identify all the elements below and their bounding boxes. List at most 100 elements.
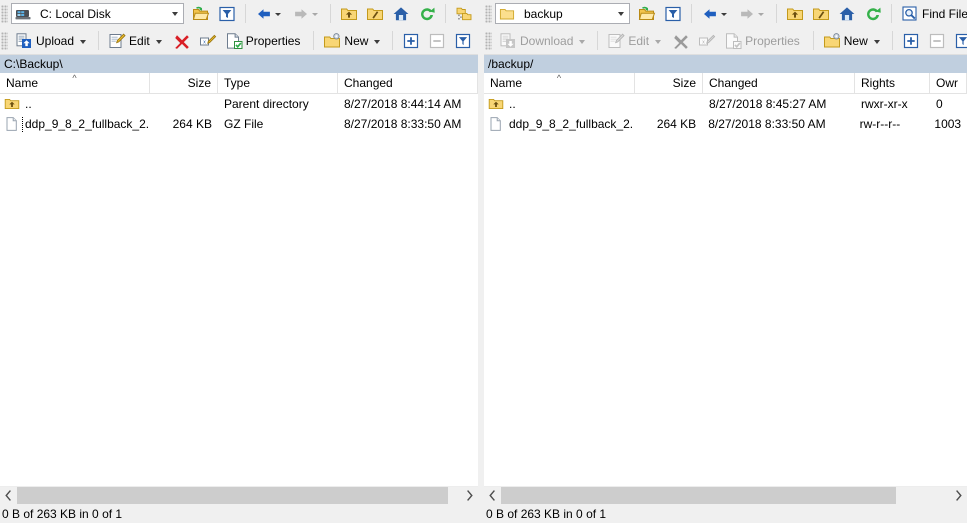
remote-header-rights[interactable]: Rights — [855, 73, 930, 93]
local-home-directory-button[interactable] — [388, 2, 414, 25]
toolbar-grip[interactable] — [1, 4, 8, 23]
remote-unselect-button[interactable] — [924, 29, 950, 52]
scroll-left-button[interactable] — [0, 487, 17, 504]
remote-file-toolbar: Download Edit x Properties New — [484, 27, 967, 54]
remote-row-name[interactable]: .. — [484, 96, 635, 113]
local-back-button[interactable] — [251, 2, 288, 25]
remote-filter-button[interactable] — [660, 2, 686, 25]
remote-header-owner[interactable]: Owr — [930, 73, 967, 93]
remote-file-list[interactable]: .. 8/27/2018 8:45:27 AM rwxr-xr-x 0 ddp_… — [484, 94, 967, 486]
new-dropdown-arrow[interactable] — [374, 39, 381, 44]
remote-root-directory-button[interactable] — [808, 2, 834, 25]
local-path-bar[interactable]: C:\Backup\ — [0, 54, 478, 73]
local-header-name[interactable]: Name ^ — [0, 73, 150, 93]
remote-edit-dropdown-arrow[interactable] — [655, 39, 662, 44]
local-toolbars: C: Local Disk Upload Edit x Properties N… — [0, 0, 484, 54]
toolbar-separator — [891, 4, 892, 23]
select-button[interactable] — [398, 29, 424, 52]
upload-dropdown-arrow[interactable] — [80, 39, 87, 44]
local-parent-directory-button[interactable] — [336, 2, 362, 25]
back-dropdown-arrow[interactable] — [275, 13, 281, 16]
remote-home-directory-button[interactable] — [834, 2, 860, 25]
scroll-thumb[interactable] — [17, 487, 448, 504]
remote-directory-dropdown-arrow[interactable] — [613, 4, 629, 23]
delete-button[interactable] — [169, 29, 195, 52]
toolbar-grip[interactable] — [485, 4, 492, 23]
local-header-changed[interactable]: Changed — [338, 73, 478, 93]
remote-parent-directory-button[interactable] — [782, 2, 808, 25]
edit-dropdown-arrow[interactable] — [155, 39, 162, 44]
download-button[interactable]: Download — [495, 29, 592, 52]
edit-button[interactable]: Edit — [104, 29, 169, 52]
table-row[interactable]: ddp_9_8_2_fullback_2... 264 KB 8/27/2018… — [484, 114, 967, 134]
upload-button[interactable]: Upload — [11, 29, 93, 52]
local-drive-combo[interactable]: C: Local Disk — [11, 3, 184, 24]
remote-header-changed[interactable]: Changed — [703, 73, 855, 93]
local-row-changed: 8/27/2018 8:44:14 AM — [344, 97, 462, 111]
new-button[interactable]: New — [319, 29, 387, 52]
local-horizontal-scrollbar[interactable] — [0, 486, 478, 504]
properties-button[interactable]: Properties — [221, 29, 309, 52]
home-directory-icon — [838, 5, 856, 23]
local-drive-dropdown-arrow[interactable] — [167, 4, 183, 23]
local-header-size[interactable]: Size — [150, 73, 218, 93]
local-forward-button[interactable] — [288, 2, 325, 25]
remote-forward-button[interactable] — [734, 2, 771, 25]
upload-icon — [15, 32, 33, 50]
selection-button[interactable] — [450, 29, 476, 52]
remote-select-button[interactable] — [898, 29, 924, 52]
forward-dropdown-arrow[interactable] — [312, 13, 318, 16]
remote-back-button[interactable] — [697, 2, 734, 25]
local-refresh-button[interactable] — [414, 2, 440, 25]
table-row[interactable]: .. 8/27/2018 8:45:27 AM rwxr-xr-x 0 — [484, 94, 967, 114]
remote-open-directory-button[interactable] — [634, 2, 660, 25]
remote-rename-button[interactable]: x — [694, 29, 720, 52]
toolbar-grip[interactable] — [1, 31, 8, 50]
unselect-button[interactable] — [424, 29, 450, 52]
local-session-toolbar: C: Local Disk — [0, 0, 484, 27]
scroll-thumb[interactable] — [501, 487, 897, 504]
remote-header-name[interactable]: Name ^ — [484, 73, 635, 93]
back-dropdown-arrow[interactable] — [721, 13, 727, 16]
local-root-directory-button[interactable] — [362, 2, 388, 25]
upload-label: Upload — [36, 33, 75, 48]
local-file-list[interactable]: .. Parent directory 8/27/2018 8:44:14 AM — [0, 94, 478, 486]
status-bars: 0 B of 263 KB in 0 of 1 0 B of 263 KB in… — [0, 504, 967, 523]
table-row[interactable]: ddp_9_8_2_fullback_2... 264 KB GZ File 8… — [0, 114, 478, 134]
remote-new-dropdown-arrow[interactable] — [873, 39, 880, 44]
local-header-type[interactable]: Type — [218, 73, 338, 93]
remote-path-bar[interactable]: /backup/ — [484, 54, 967, 73]
remote-edit-button[interactable]: Edit — [603, 29, 668, 52]
toolbar-separator — [98, 31, 100, 50]
remote-new-button[interactable]: New — [819, 29, 887, 52]
remote-row-rights: rwxr-xr-x — [861, 97, 908, 111]
scroll-track[interactable] — [17, 487, 461, 504]
forward-dropdown-arrow[interactable] — [758, 13, 764, 16]
local-sync-browsing-button[interactable] — [451, 2, 477, 25]
local-row-name[interactable]: .. — [0, 96, 150, 113]
toolbar-grip[interactable] — [485, 31, 492, 50]
remote-row-changed: 8/27/2018 8:33:50 AM — [708, 117, 826, 131]
remote-refresh-button[interactable] — [860, 2, 886, 25]
download-dropdown-arrow[interactable] — [579, 39, 586, 44]
find-files-button[interactable]: Find Files — [897, 2, 967, 25]
local-row-name[interactable]: ddp_9_8_2_fullback_2... — [0, 115, 150, 133]
local-filter-button[interactable] — [214, 2, 240, 25]
remote-row-name[interactable]: ddp_9_8_2_fullback_2... — [484, 116, 634, 133]
toolbar-separator — [445, 4, 446, 23]
remote-directory-combo[interactable]: backup — [495, 3, 630, 24]
new-folder-icon — [823, 32, 841, 50]
rename-button[interactable]: x — [195, 29, 221, 52]
remote-header-size[interactable]: Size — [635, 73, 703, 93]
local-open-directory-button[interactable] — [188, 2, 214, 25]
scroll-right-button[interactable] — [461, 487, 478, 504]
scroll-right-button[interactable] — [950, 487, 967, 504]
local-row-name-text: .. — [25, 96, 32, 111]
table-row[interactable]: .. Parent directory 8/27/2018 8:44:14 AM — [0, 94, 478, 114]
remote-selection-button[interactable] — [950, 29, 967, 52]
remote-horizontal-scrollbar[interactable] — [484, 486, 967, 504]
scroll-left-button[interactable] — [484, 487, 501, 504]
remote-delete-button[interactable] — [668, 29, 694, 52]
scroll-track[interactable] — [501, 487, 950, 504]
remote-properties-button[interactable]: Properties — [720, 29, 808, 52]
